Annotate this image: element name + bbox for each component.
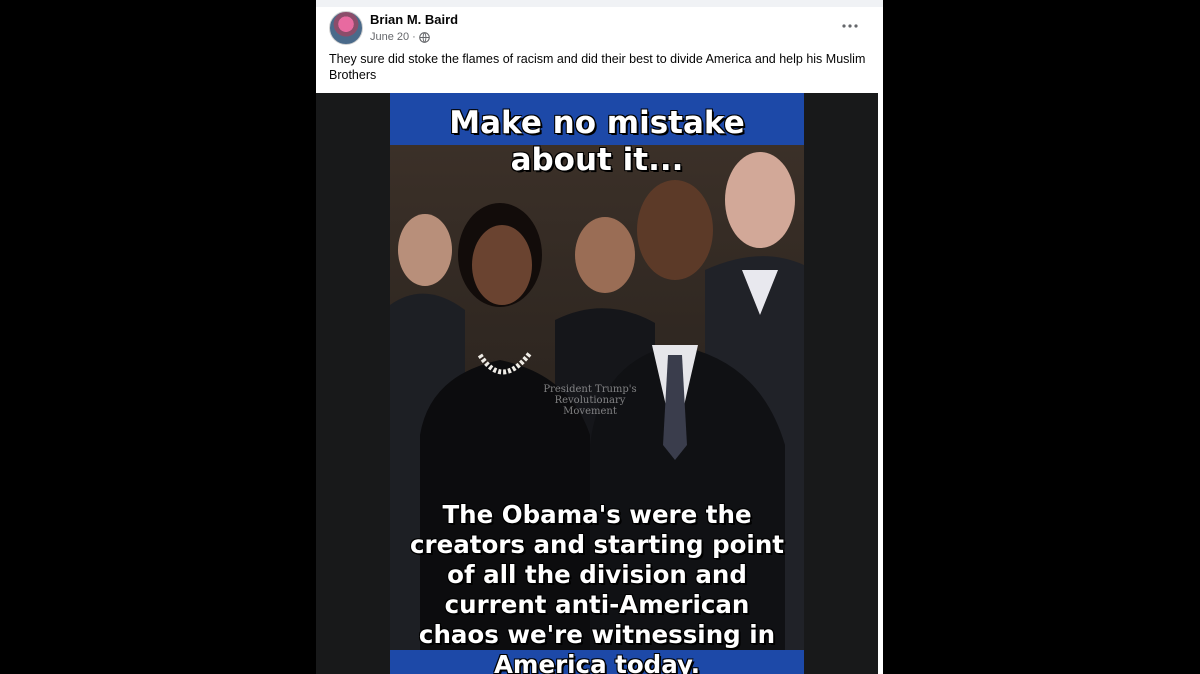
- post-meta: June 20 ·: [370, 31, 430, 43]
- author-name[interactable]: Brian M. Baird: [370, 12, 458, 27]
- meme-headline: Make no mistake about it...: [449, 105, 745, 178]
- facebook-post: Brian M. Baird June 20 · They sure did s…: [316, 0, 883, 674]
- post-caption: They sure did stoke the flames of racism…: [329, 52, 866, 82]
- author-avatar[interactable]: [329, 11, 363, 45]
- globe-icon[interactable]: [419, 31, 430, 43]
- meme-body-text: The Obama's were the creators and starti…: [410, 500, 784, 674]
- feed-divider: [316, 0, 883, 7]
- more-options-icon[interactable]: [836, 14, 864, 38]
- meme-image: Make no mistake about it... President Tr…: [390, 93, 804, 674]
- meme-watermark: President Trump's Revolutionary Movement: [543, 384, 637, 417]
- post-media[interactable]: Make no mistake about it... President Tr…: [316, 93, 878, 674]
- post-date[interactable]: June 20: [370, 31, 409, 43]
- meta-separator: ·: [412, 31, 416, 43]
